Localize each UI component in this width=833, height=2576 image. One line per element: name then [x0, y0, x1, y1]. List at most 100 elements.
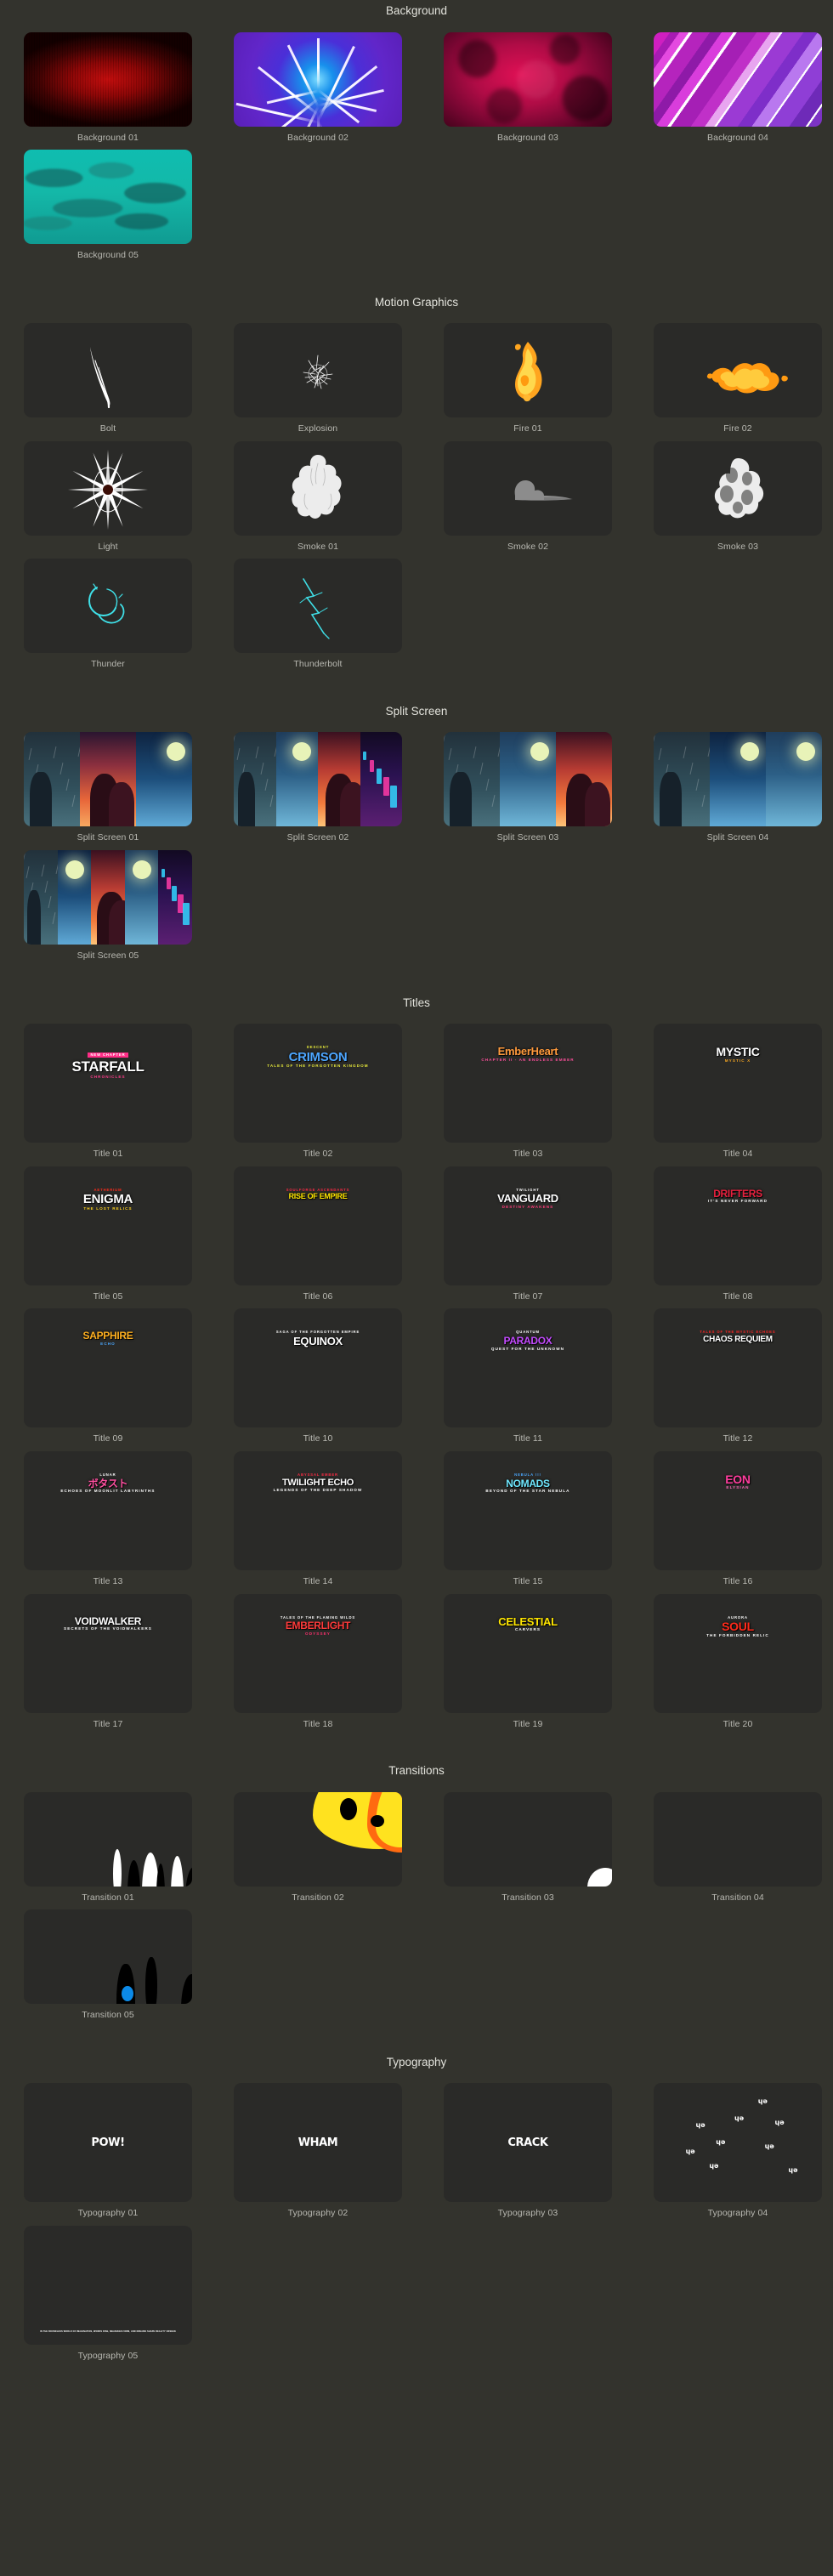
- asset-card[interactable]: NEBULA !!! NOMADS BEYOND OF THE STAR NEBUL…: [444, 1450, 612, 1587]
- asset-card[interactable]: TALES OF THE MYSTIC ECHOES CHAOS REQUIEM T…: [654, 1308, 822, 1444]
- asset-thumbnail[interactable]: EmberHeart CHAPTER II - AN ENDLESS EMBER: [444, 1024, 612, 1143]
- asset-thumbnail[interactable]: [654, 31, 822, 127]
- asset-thumbnail[interactable]: NEBULA !!! NOMADS BEYOND OF THE STAR NEBUL…: [444, 1450, 612, 1570]
- asset-thumbnail[interactable]: [24, 1909, 192, 2005]
- asset-thumbnail[interactable]: [24, 1791, 192, 1887]
- asset-card[interactable]: AETHERIUM ENIGMA THE LOST RELICS Title 05: [24, 1166, 192, 1302]
- asset-card[interactable]: Transition 04: [654, 1791, 822, 1904]
- asset-thumbnail[interactable]: [654, 323, 822, 418]
- asset-card[interactable]: SOULFORGE ASCENDANTS RISE OF EMPIRE Title …: [234, 1166, 402, 1302]
- asset-card[interactable]: NEW CHAPTER STARFALL CHRONICLES Title 01: [24, 1024, 192, 1160]
- asset-card[interactable]: Split Screen 03: [444, 732, 612, 843]
- asset-thumbnail[interactable]: CRACK: [444, 2083, 612, 2203]
- asset-thumbnail[interactable]: [234, 1791, 402, 1887]
- asset-card[interactable]: SAGA OF THE FORGOTTEN EMPIRE EQUINOX Title…: [234, 1308, 402, 1444]
- asset-card[interactable]: Thunderbolt: [234, 559, 402, 670]
- asset-thumbnail[interactable]: [234, 31, 402, 127]
- asset-thumbnail[interactable]: [24, 440, 192, 536]
- asset-card[interactable]: EmberHeart CHAPTER II - AN ENDLESS EMBER T…: [444, 1024, 612, 1160]
- asset-card[interactable]: LUNAR ボタスト ECHOES OF MOONLIT LABYRINTHS Tit…: [24, 1450, 192, 1587]
- asset-thumbnail[interactable]: ABYSSAL EMBER TWILIGHT ECHO LEGENDS OF THE…: [234, 1450, 402, 1570]
- asset-card[interactable]: TALES OF THE FLAMING WILDS EMBERLIGHT ODYS…: [234, 1593, 402, 1730]
- asset-thumbnail[interactable]: IN THE BOUNDLESS WORLD OF IMAGINATION, W…: [24, 2225, 192, 2345]
- asset-thumbnail[interactable]: DESCENT CRIMSON TALES OF THE FORGOTTEN KIN…: [234, 1024, 402, 1143]
- asset-thumbnail[interactable]: WHAM: [234, 2083, 402, 2203]
- asset-thumbnail[interactable]: [24, 31, 192, 127]
- asset-thumbnail[interactable]: AETHERIUM ENIGMA THE LOST RELICS: [24, 1166, 192, 1285]
- asset-thumbnail[interactable]: [444, 1791, 612, 1887]
- asset-card[interactable]: EON ELYSIAN Title 16: [654, 1450, 822, 1587]
- asset-thumbnail[interactable]: EON ELYSIAN: [654, 1450, 822, 1570]
- asset-thumbnail[interactable]: [654, 1791, 822, 1887]
- asset-thumbnail[interactable]: ɥǝ ɥǝ ɥǝ ɥǝ ɥǝ ɥǝ ɥǝ ɥǝ ɥǝ: [654, 2083, 822, 2203]
- asset-card[interactable]: DESCENT CRIMSON TALES OF THE FORGOTTEN KIN…: [234, 1024, 402, 1160]
- asset-card[interactable]: Fire 01: [444, 323, 612, 434]
- asset-card[interactable]: TWILIGHT VANGUARD DESTINY AWAKENS Title 07: [444, 1166, 612, 1302]
- asset-card[interactable]: Transition 02: [234, 1791, 402, 1904]
- asset-thumbnail[interactable]: TALES OF THE MYSTIC ECHOES CHAOS REQUIEM: [654, 1308, 822, 1428]
- asset-thumbnail[interactable]: LUNAR ボタスト ECHOES OF MOONLIT LABYRINTHS: [24, 1450, 192, 1570]
- asset-card[interactable]: Background 04: [654, 31, 822, 144]
- asset-card[interactable]: QUANTUM PARADOX QUEST FOR THE UNKNOWN Title…: [444, 1308, 612, 1444]
- asset-thumbnail[interactable]: NEW CHAPTER STARFALL CHRONICLES: [24, 1024, 192, 1143]
- asset-card[interactable]: Explosion: [234, 323, 402, 434]
- asset-card[interactable]: DRIFTERS IT'S NEVER FORWARD Title 08: [654, 1166, 822, 1302]
- asset-card[interactable]: Smoke 02: [444, 440, 612, 553]
- asset-thumbnail[interactable]: SAPPHIRE ECHO: [24, 1308, 192, 1428]
- asset-card[interactable]: Light: [24, 440, 192, 553]
- asset-card[interactable]: Split Screen 04: [654, 732, 822, 843]
- asset-card[interactable]: Transition 05: [24, 1909, 192, 2021]
- asset-thumbnail[interactable]: VOIDWALKER SECRETS OF THE VOIDWALKERS: [24, 1593, 192, 1713]
- asset-card[interactable]: Transition 01: [24, 1791, 192, 1904]
- asset-thumbnail[interactable]: QUANTUM PARADOX QUEST FOR THE UNKNOWN: [444, 1308, 612, 1428]
- asset-thumbnail[interactable]: [24, 150, 192, 245]
- asset-thumbnail[interactable]: [654, 732, 822, 827]
- asset-card[interactable]: MYSTIC MYSTIC X Title 04: [654, 1024, 822, 1160]
- asset-card[interactable]: IN THE BOUNDLESS WORLD OF IMAGINATION, W…: [24, 2225, 192, 2362]
- asset-thumbnail[interactable]: [234, 440, 402, 536]
- asset-thumbnail[interactable]: [654, 440, 822, 536]
- asset-thumbnail[interactable]: [24, 323, 192, 418]
- asset-thumbnail[interactable]: TWILIGHT VANGUARD DESTINY AWAKENS: [444, 1166, 612, 1285]
- asset-card[interactable]: Fire 02: [654, 323, 822, 434]
- asset-card[interactable]: Split Screen 05: [24, 850, 192, 962]
- asset-thumbnail[interactable]: [24, 850, 192, 945]
- asset-thumbnail[interactable]: [444, 31, 612, 127]
- asset-thumbnail[interactable]: [24, 732, 192, 827]
- asset-thumbnail[interactable]: AURORA SOUL THE FORBIDDEN RELIC: [654, 1593, 822, 1713]
- asset-thumbnail[interactable]: MYSTIC MYSTIC X: [654, 1024, 822, 1143]
- asset-card[interactable]: ɥǝ ɥǝ ɥǝ ɥǝ ɥǝ ɥǝ ɥǝ ɥǝ ɥǝ Typography 04: [654, 2083, 822, 2219]
- asset-thumbnail[interactable]: [444, 440, 612, 536]
- asset-card[interactable]: Bolt: [24, 323, 192, 434]
- asset-card[interactable]: Smoke 01: [234, 440, 402, 553]
- asset-card[interactable]: Thunder: [24, 559, 192, 670]
- asset-card[interactable]: ABYSSAL EMBER TWILIGHT ECHO LEGENDS OF THE…: [234, 1450, 402, 1587]
- asset-thumbnail[interactable]: [234, 732, 402, 827]
- asset-card[interactable]: Background 02: [234, 31, 402, 144]
- asset-card[interactable]: Background 05: [24, 150, 192, 261]
- asset-card[interactable]: Smoke 03: [654, 440, 822, 553]
- asset-thumbnail[interactable]: SAGA OF THE FORGOTTEN EMPIRE EQUINOX: [234, 1308, 402, 1428]
- asset-card[interactable]: AURORA SOUL THE FORBIDDEN RELIC Title 20: [654, 1593, 822, 1730]
- asset-thumbnail[interactable]: SOULFORGE ASCENDANTS RISE OF EMPIRE: [234, 1166, 402, 1285]
- asset-card[interactable]: CRACK Typography 03: [444, 2083, 612, 2219]
- asset-thumbnail[interactable]: CELESTIAL CARVERS: [444, 1593, 612, 1713]
- asset-thumbnail[interactable]: TALES OF THE FLAMING WILDS EMBERLIGHT ODYS…: [234, 1593, 402, 1713]
- asset-thumbnail[interactable]: [234, 323, 402, 418]
- asset-card[interactable]: SAPPHIRE ECHO Title 09: [24, 1308, 192, 1444]
- asset-card[interactable]: POW! Typography 01: [24, 2083, 192, 2219]
- asset-card[interactable]: Transition 03: [444, 1791, 612, 1904]
- asset-card[interactable]: Background 03: [444, 31, 612, 144]
- asset-card[interactable]: Background 01: [24, 31, 192, 144]
- asset-thumbnail[interactable]: [24, 559, 192, 654]
- asset-card[interactable]: Split Screen 01: [24, 732, 192, 843]
- asset-thumbnail[interactable]: POW!: [24, 2083, 192, 2203]
- asset-thumbnail[interactable]: [444, 732, 612, 827]
- asset-card[interactable]: WHAM Typography 02: [234, 2083, 402, 2219]
- asset-card[interactable]: VOIDWALKER SECRETS OF THE VOIDWALKERS Titl…: [24, 1593, 192, 1730]
- asset-card[interactable]: CELESTIAL CARVERS Title 19: [444, 1593, 612, 1730]
- asset-thumbnail[interactable]: DRIFTERS IT'S NEVER FORWARD: [654, 1166, 822, 1285]
- asset-thumbnail[interactable]: [444, 323, 612, 418]
- asset-card[interactable]: Split Screen 02: [234, 732, 402, 843]
- asset-thumbnail[interactable]: [234, 559, 402, 654]
